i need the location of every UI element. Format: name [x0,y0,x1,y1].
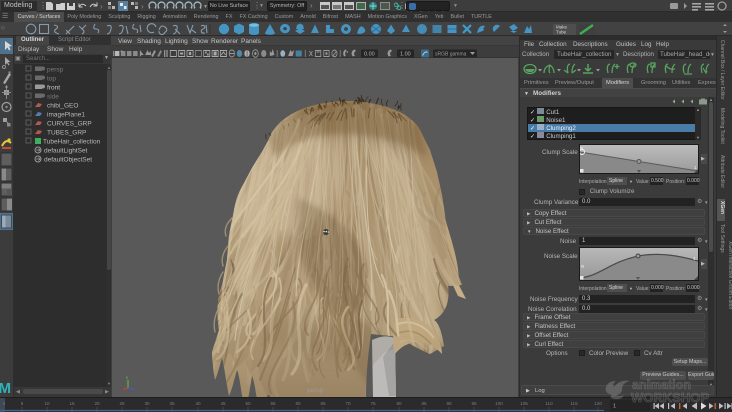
svg-text:55: 55 [270,401,276,406]
svg-text:defaultObjectSet: defaultObjectSet [44,157,92,164]
svg-text:110: 110 [545,401,553,406]
svg-text:imagePlane1: imagePlane1 [47,112,85,119]
svg-text:persp: persp [47,67,64,74]
svg-text:105: 105 [520,401,528,406]
svg-text:1: 1 [3,401,6,406]
svg-text:sRGB gamma: sRGB gamma [435,52,467,58]
svg-text:20: 20 [94,401,100,406]
svg-text:95: 95 [471,401,477,406]
svg-text:25: 25 [119,401,125,406]
svg-text:chibi_GEO: chibi_GEO [47,103,78,110]
svg-text:›: › [141,2,144,11]
svg-text:top: top [47,76,56,83]
svg-text:TubeHair_collection: TubeHair_collection [43,139,101,146]
svg-text:R: R [581,264,585,269]
svg-text:70: 70 [345,401,351,406]
svg-text:80: 80 [396,401,402,406]
svg-text:Tube: Tube [556,30,567,35]
svg-text:side: side [47,94,59,101]
svg-text:30: 30 [144,401,150,406]
svg-text:1.00: 1.00 [400,52,411,58]
svg-text:60: 60 [295,401,301,406]
svg-text:75: 75 [370,401,376,406]
svg-text:115: 115 [570,401,578,406]
svg-text:0.00: 0.00 [364,52,375,58]
svg-text:85: 85 [421,401,427,406]
svg-text:65: 65 [320,401,326,406]
svg-text:40: 40 [195,401,201,406]
svg-text:CURVES_GRP: CURVES_GRP [47,121,92,128]
svg-text:M: M [0,380,11,397]
svg-text:15: 15 [69,401,75,406]
svg-text:35: 35 [169,401,175,406]
svg-text:TUBES_GRP: TUBES_GRP [47,130,86,137]
svg-text:1: 1 [613,404,616,410]
svg-text:45: 45 [220,401,226,406]
svg-text:120: 120 [594,401,602,406]
svg-text:front: front [47,85,60,92]
svg-text:5: 5 [21,401,24,406]
svg-text:100: 100 [495,401,503,406]
svg-text:50: 50 [245,401,251,406]
svg-text:›: › [100,2,103,11]
svg-text:10: 10 [44,401,50,406]
svg-text:defaultLightSet: defaultLightSet [44,148,88,155]
svg-text:90: 90 [446,401,452,406]
svg-text:1: 1 [694,165,697,170]
svg-text:y: y [126,375,128,380]
